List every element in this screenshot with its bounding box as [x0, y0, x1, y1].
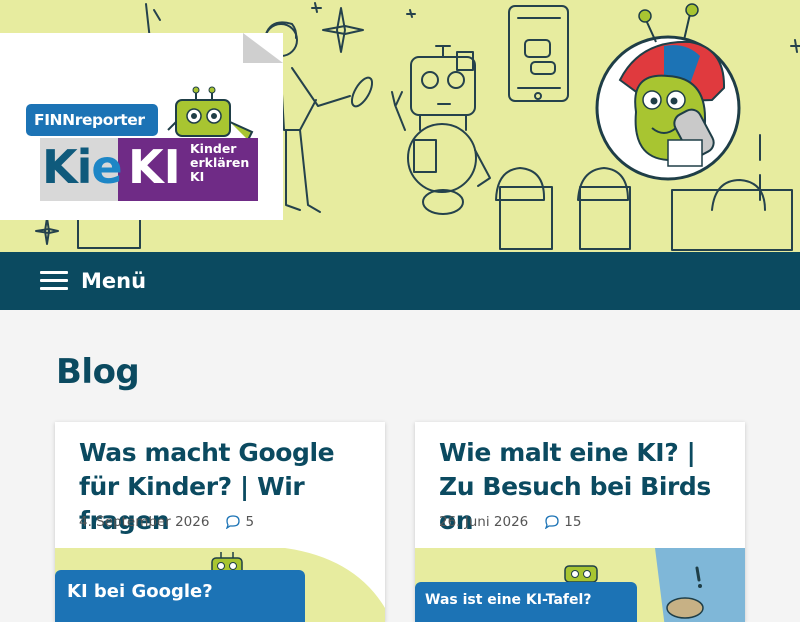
- post-meta: 26. Juni 2026 15: [439, 514, 581, 530]
- logo-ki-wordmark: KI: [128, 132, 181, 202]
- comment-count: 15: [564, 514, 582, 530]
- logo-subtitle: Kinder erklären KI: [190, 142, 260, 184]
- logo-subtitle-line: erklären: [190, 155, 250, 170]
- post-date: 26. Juni 2026: [439, 514, 529, 530]
- menu-label: Menü: [81, 269, 147, 293]
- menu-button[interactable]: Menü: [40, 266, 146, 296]
- post-meta: 4. September 2026 5: [79, 514, 254, 530]
- comment-count: 5: [245, 514, 255, 530]
- logo-kie-text: Kie: [42, 140, 123, 194]
- hamburger-icon: [40, 271, 68, 291]
- blog-post-card[interactable]: Was macht Google für Kinder? | Wir frage…: [55, 422, 385, 622]
- post-thumbnail[interactable]: KI bei Google?: [55, 548, 385, 622]
- thumbnail-label: KI bei Google?: [55, 570, 305, 622]
- thumbnail-label: Was ist eine KI-Tafel?: [415, 582, 637, 622]
- post-comments[interactable]: 5: [225, 514, 254, 530]
- blog-post-card[interactable]: Wie malt eine KI? | Zu Besuch bei Birds …: [415, 422, 745, 622]
- page-title: Blog: [56, 352, 140, 392]
- logo-kie-wordmark: Kie: [42, 132, 123, 202]
- comment-icon: [226, 515, 241, 529]
- logo-subtitle-line: KI: [190, 169, 205, 184]
- logo-subtitle-line: Kinder: [190, 141, 237, 156]
- post-comments[interactable]: 15: [544, 514, 581, 530]
- logo-ki-text: KI: [128, 140, 181, 194]
- post-date: 4. September 2026: [79, 514, 210, 530]
- post-thumbnail[interactable]: Was ist eine KI-Tafel?: [415, 548, 745, 622]
- comment-icon: [545, 515, 559, 529]
